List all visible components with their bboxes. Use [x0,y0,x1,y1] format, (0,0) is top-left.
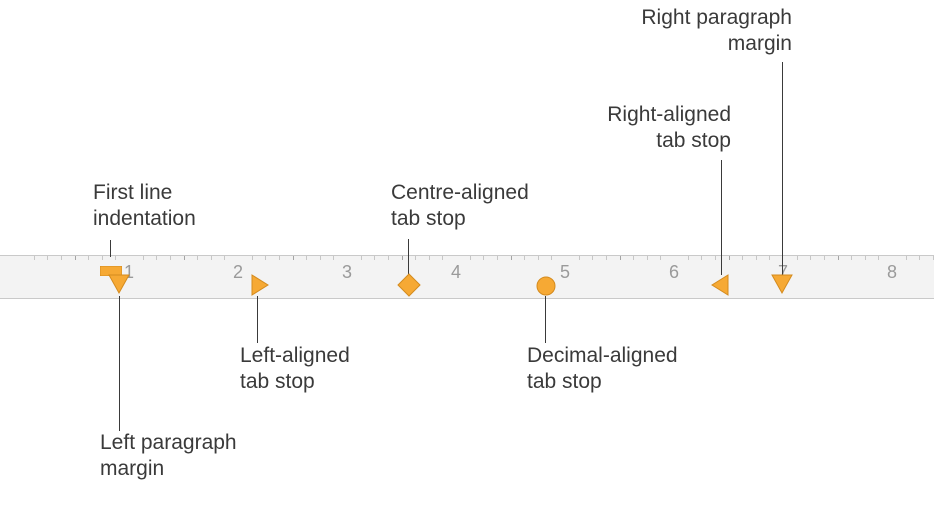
ruler-tick [688,256,689,260]
right-margin-marker[interactable] [771,274,793,302]
ruler-tick [878,256,879,260]
callout-line [110,240,111,257]
ruler-tick [333,256,334,260]
ruler-tick [715,256,716,260]
ruler-number: 4 [451,262,461,283]
ruler-tick [402,256,403,260]
ruler-tick [224,256,225,260]
ruler-tick [919,256,920,260]
left-tab-stop-marker[interactable] [251,274,269,302]
label-right-paragraph-margin: Right paragraphmargin [641,5,792,58]
right-tab-stop-marker[interactable] [711,274,729,302]
label-left-aligned-tab-stop: Left-alignedtab stop [240,343,350,396]
ruler-tick [47,256,48,260]
ruler-tick [797,256,798,260]
callout-line [257,296,258,343]
left-margin-marker[interactable] [108,274,130,302]
ruler-tick [756,256,757,260]
ruler-number: 3 [342,262,352,283]
callout-line [721,160,722,275]
callout-line [545,296,546,343]
ruler-tick [606,256,607,260]
ruler-tick [265,256,266,260]
ruler-tick [211,256,212,260]
ruler-tick [660,256,661,260]
label-decimal-aligned-tab-stop: Decimal-alignedtab stop [527,343,678,396]
ruler-tick [729,256,730,260]
ruler-tick [170,256,171,260]
ruler-tick [470,256,471,260]
ruler-tick [511,256,512,260]
ruler-tick [769,256,770,260]
ruler-number: 2 [233,262,243,283]
decimal-tab-stop-marker[interactable] [536,276,556,302]
ruler-tick [252,256,253,260]
callout-line [408,239,409,274]
callout-line [782,62,783,275]
ruler-tick [620,256,621,260]
ruler-tick [483,256,484,260]
label-centre-aligned-tab-stop: Centre-alignedtab stop [391,180,529,233]
ruler-tick [361,256,362,260]
ruler-tick [320,256,321,260]
ruler-tick [579,256,580,260]
ruler-tick [851,256,852,260]
ruler-tick [538,256,539,260]
ruler: 12345678 [0,255,934,299]
ruler-tick [497,256,498,260]
ruler-tick [824,256,825,260]
ruler-tick [415,256,416,260]
ruler-tick [374,256,375,260]
ruler-tick [810,256,811,260]
ruler-tick [184,256,185,260]
ruler-tick [647,256,648,260]
label-first-line-indentation: First lineindentation [93,180,196,233]
ruler-tick [865,256,866,260]
ruler-tick [75,256,76,260]
ruler-tick [388,256,389,260]
centre-tab-stop-marker[interactable] [397,273,421,303]
ruler-tick [742,256,743,260]
label-right-aligned-tab-stop: Right-alignedtab stop [607,102,731,155]
ruler-tick [701,256,702,260]
ruler-tick [429,256,430,260]
ruler-tick [88,256,89,260]
ruler-tick [306,256,307,260]
ruler-tick [524,256,525,260]
ruler-tick [156,256,157,260]
ruler-number: 5 [560,262,570,283]
ruler-tick [34,256,35,260]
ruler-tick [906,256,907,260]
ruler-tick [442,256,443,260]
ruler-tick [838,256,839,260]
label-left-paragraph-margin: Left paragraphmargin [100,430,237,483]
ruler-tick [633,256,634,260]
ruler-tick [143,256,144,260]
ruler-tick [279,256,280,260]
ruler-tick [197,256,198,260]
ruler-tick [551,256,552,260]
ruler-tick [592,256,593,260]
ruler-number: 8 [887,262,897,283]
ruler-tick [293,256,294,260]
callout-line [119,296,120,431]
ruler-tick [61,256,62,260]
ruler-number: 6 [669,262,679,283]
